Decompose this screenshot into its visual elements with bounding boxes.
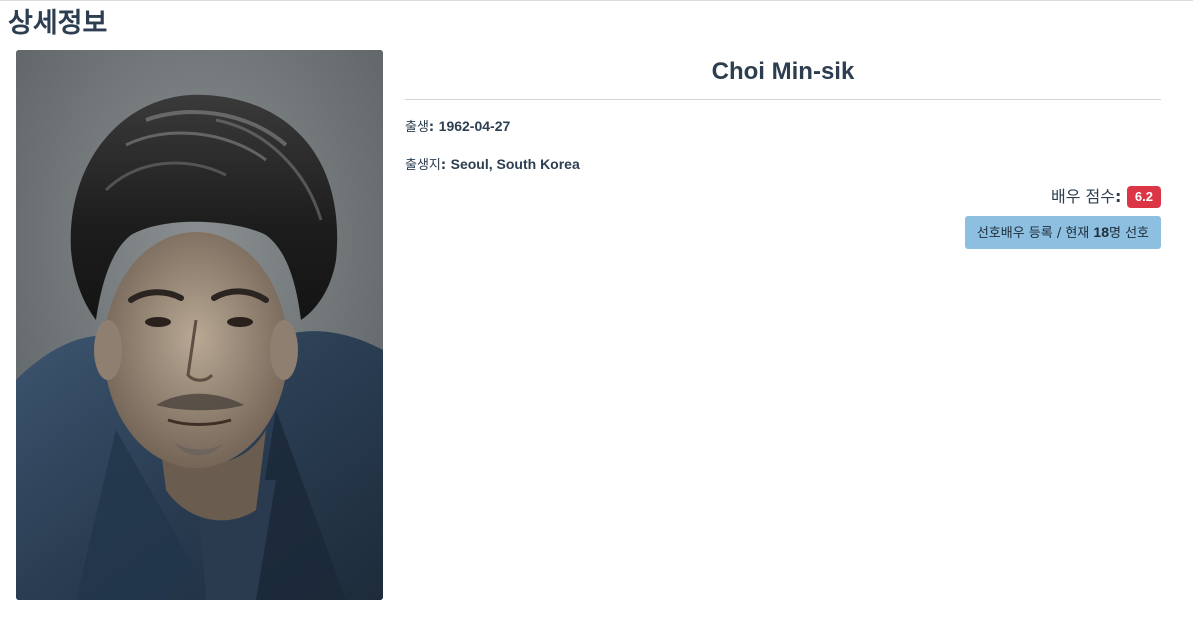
- actor-photo-image: [16, 50, 383, 600]
- birth-row: 출생: 1962-04-27: [405, 118, 511, 135]
- birthplace-label: 출생지: [405, 158, 441, 173]
- favorite-actor-button[interactable]: 선호배우 등록 / 현재 18명 선호: [964, 216, 1161, 249]
- actor-score-label: 배우 점수: [1050, 187, 1115, 206]
- actor-score-badge: 6.2: [1126, 185, 1161, 208]
- name-divider: [405, 99, 1161, 100]
- favorite-button-prefix: 선호배우 등록 / 현재: [976, 226, 1094, 241]
- actor-info-panel: Choi Min-sik 출생: 1962-04-27 출생지: Seoul, …: [405, 50, 1161, 249]
- birthplace-value: Seoul, South Korea: [450, 156, 580, 172]
- birth-label: 출생: [405, 120, 429, 135]
- birth-value: 1962-04-27: [438, 118, 511, 134]
- page-title: 상세정보: [8, 8, 108, 39]
- birthplace-row: 출생지: Seoul, South Korea: [405, 156, 580, 173]
- actor-score-row: 배우 점수: 6.2: [405, 185, 1161, 209]
- actor-photo: [16, 50, 383, 600]
- favorite-button-suffix: 명 선호: [1108, 226, 1149, 241]
- favorite-count: 18: [1093, 224, 1109, 240]
- top-border: [0, 0, 1193, 1]
- favorite-row: 선호배우 등록 / 현재 18명 선호: [405, 216, 1161, 249]
- actor-name: Choi Min-sik: [711, 58, 855, 85]
